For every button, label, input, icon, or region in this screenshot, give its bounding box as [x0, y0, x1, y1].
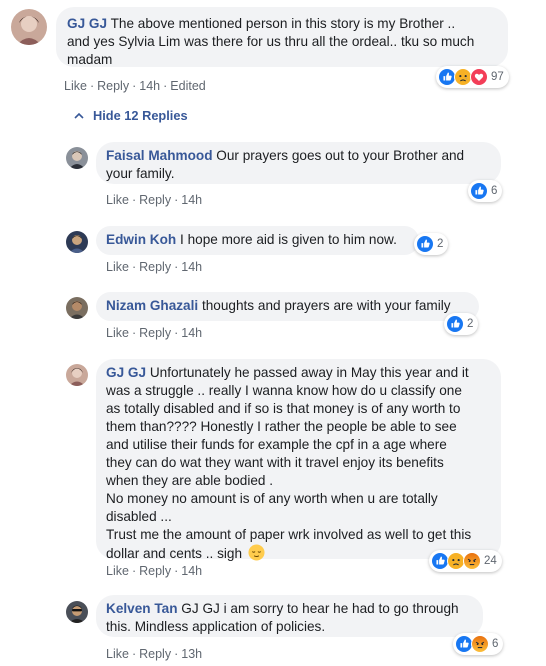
reply-actions: Like · Reply · 13h	[106, 647, 203, 661]
reaction-summary[interactable]: 6	[453, 633, 504, 655]
reply-bubble: Edwin Koh I hope more aid is given to hi…	[96, 226, 419, 255]
reply-author[interactable]: Kelven Tan	[106, 601, 178, 616]
reaction-count: 6	[491, 185, 498, 197]
angry-icon	[471, 635, 489, 653]
like-button[interactable]: Like	[106, 260, 129, 274]
hide-replies-label: Hide 12 Replies	[93, 108, 188, 123]
reaction-summary[interactable]: 24	[429, 550, 502, 572]
reply-text: when they are able bodied .	[106, 473, 274, 488]
comment-actions: Like · Reply · 14h · Edited	[64, 79, 206, 93]
comment-text: madam	[67, 52, 113, 67]
like-icon	[470, 182, 488, 200]
reply-bubble: Nizam Ghazali thoughts and prayers are w…	[96, 292, 479, 321]
reply-bubble: Kelven Tan GJ GJ i am sorry to hear he h…	[96, 595, 483, 637]
reaction-summary[interactable]: 6	[468, 180, 503, 202]
reply-author[interactable]: Nizam Ghazali	[106, 298, 198, 313]
reply-button[interactable]: Reply	[139, 647, 171, 661]
reaction-summary[interactable]: 2	[414, 233, 449, 255]
reply-author[interactable]: Faisal Mahmood	[106, 148, 213, 163]
reply-text: them than???? Honestly I rather the peop…	[106, 419, 457, 434]
comment-author[interactable]: GJ GJ	[67, 16, 107, 31]
avatar[interactable]	[11, 9, 47, 45]
like-button[interactable]: Like	[106, 193, 129, 207]
reply-text: disabled ...	[106, 509, 172, 524]
reply-text: dollar and cents .. sigh	[106, 546, 243, 561]
reply-text: No money no amount is of any worth when …	[106, 491, 438, 506]
avatar[interactable]	[66, 297, 88, 319]
reaction-summary[interactable]: 97	[436, 66, 509, 88]
like-button[interactable]: Like	[106, 326, 129, 340]
like-button[interactable]: Like	[64, 79, 87, 93]
avatar[interactable]	[66, 364, 88, 386]
reply-button[interactable]: Reply	[97, 79, 129, 93]
reply-author[interactable]: Edwin Koh	[106, 232, 176, 247]
reply-button[interactable]: Reply	[139, 260, 171, 274]
reaction-count: 2	[437, 238, 444, 250]
reply-text: they can do wat they want with it travel…	[106, 455, 444, 470]
reply-actions: Like · Reply · 14h	[106, 326, 203, 340]
reaction-count: 2	[467, 318, 474, 330]
edited-label[interactable]: Edited	[170, 79, 205, 93]
hide-replies-link[interactable]: Hide 12 Replies	[74, 108, 188, 123]
reply-button[interactable]: Reply	[139, 193, 171, 207]
reaction-count: 24	[484, 555, 497, 567]
like-button[interactable]: Like	[106, 647, 129, 661]
reply-text: your family.	[106, 166, 175, 181]
timestamp[interactable]: 14h	[181, 326, 202, 340]
reaction-count: 97	[491, 71, 504, 83]
reply-button[interactable]: Reply	[139, 326, 171, 340]
love-icon	[470, 68, 488, 86]
reply-text: Trust me the amount of paper wrk involve…	[106, 527, 472, 542]
chevron-up-icon	[74, 112, 84, 119]
reply-text: this. Mindless application of policies.	[106, 619, 326, 634]
comment-bubble: GJ GJ The above mentioned person in this…	[56, 7, 508, 67]
like-icon	[416, 235, 434, 253]
like-button[interactable]: Like	[106, 564, 129, 578]
reply-text: I hope more aid is given to him now.	[180, 232, 397, 247]
timestamp[interactable]: 14h	[181, 564, 202, 578]
timestamp[interactable]: 13h	[181, 647, 202, 661]
reply-author[interactable]: GJ GJ	[106, 365, 146, 380]
reply-actions: Like · Reply · 14h	[106, 260, 203, 274]
like-icon	[446, 315, 464, 333]
avatar[interactable]	[66, 601, 88, 623]
avatar[interactable]	[66, 231, 88, 253]
reply-text: thoughts and prayers are with your famil…	[201, 298, 451, 313]
timestamp[interactable]: 14h	[181, 193, 202, 207]
reply-text: as totally disabled and if so is that mo…	[106, 401, 461, 416]
comment-text: The above mentioned person in this story…	[110, 16, 456, 31]
reply-button[interactable]: Reply	[139, 564, 171, 578]
angry-icon	[463, 552, 481, 570]
reply-text: was a struggle .. really I wanna know ho…	[106, 383, 462, 398]
timestamp[interactable]: 14h	[181, 260, 202, 274]
reply-text: Unfortunately he passed away in May this…	[149, 365, 469, 380]
reply-bubble: Faisal Mahmood Our prayers goes out to y…	[96, 142, 501, 184]
reaction-summary[interactable]: 2	[444, 313, 479, 335]
reply-text: and utilise their funds for example the …	[106, 437, 447, 452]
relieved-face-icon	[248, 544, 265, 561]
reply-bubble: GJ GJ Unfortunately he passed away in Ma…	[96, 359, 501, 561]
comment-text: and yes Sylvia Lim was there for us thru…	[67, 34, 475, 49]
reply-actions: Like · Reply · 14h	[106, 564, 203, 578]
reaction-count: 6	[492, 638, 499, 650]
avatar[interactable]	[66, 147, 88, 169]
timestamp[interactable]: 14h	[139, 79, 160, 93]
reply-text: Our prayers goes out to your Brother and	[216, 148, 465, 163]
reply-actions: Like · Reply · 14h	[106, 193, 203, 207]
reply-text: GJ GJ i am sorry to hear he had to go th…	[181, 601, 459, 616]
